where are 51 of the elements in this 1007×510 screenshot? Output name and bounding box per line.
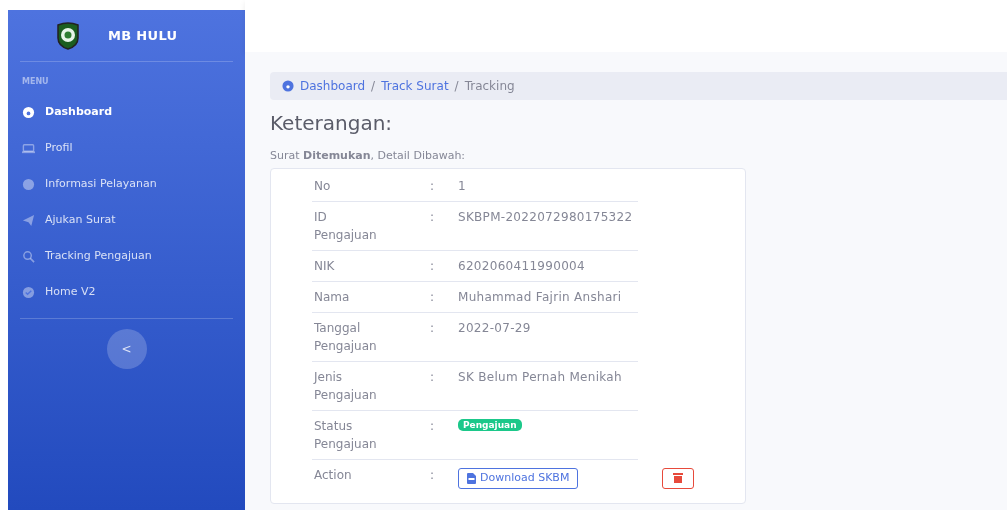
sidebar-item[interactable]: Informasi Pelayanan	[20, 166, 233, 202]
dashboard-icon	[282, 80, 294, 92]
breadcrumb-separator: /	[454, 78, 459, 95]
info-icon	[22, 177, 35, 191]
colon: :	[430, 257, 436, 275]
breadcrumb-separator: /	[371, 78, 376, 95]
dashboard-icon	[22, 105, 35, 119]
field-label: No	[313, 177, 332, 195]
colon: :	[430, 368, 436, 386]
status-badge: Pengajuan	[458, 418, 522, 431]
field-label: Action	[313, 466, 353, 484]
field-value: 2022-07-29	[458, 319, 531, 337]
pdf-file-icon	[467, 472, 476, 484]
field-value: 1	[458, 177, 466, 195]
field-label: NIK	[313, 257, 336, 275]
page-title: Keterangan:	[270, 110, 394, 137]
field-label: Status Pengajuan	[313, 417, 378, 453]
field-label: Jenis Pengajuan	[312, 368, 378, 404]
paper-plane-icon	[22, 213, 35, 227]
field-label: Nama	[313, 288, 351, 306]
sidebar-item[interactable]: Ajukan Surat	[20, 202, 233, 238]
colon: :	[430, 177, 436, 195]
colon: :	[430, 319, 436, 337]
check-circle-icon	[22, 285, 35, 299]
field-value: Muhammad Fajrin Anshari	[458, 288, 622, 306]
colon: :	[430, 208, 436, 226]
colon: :	[430, 288, 436, 306]
sidebar-item[interactable]: Profil	[20, 130, 233, 166]
colon: :	[430, 417, 436, 435]
collapse-button[interactable]: <	[106, 329, 147, 369]
download-button[interactable]: Download SKBM	[458, 467, 579, 489]
field-value: SKBPM-2022072980175322	[458, 208, 633, 226]
trash-icon	[673, 473, 683, 483]
sidebar-item[interactable]: Tracking Pengajuan	[20, 238, 233, 274]
field-value: SK Belum Pernah Menikah	[458, 368, 622, 386]
delete-button[interactable]	[662, 467, 694, 489]
emblem-icon	[56, 21, 80, 50]
breadcrumb-link[interactable]: Track Surat	[381, 77, 449, 95]
menu-heading: MENU	[21, 76, 50, 88]
search-icon	[22, 249, 35, 263]
field-label: Tanggal Pengajuan	[313, 319, 378, 355]
colon: :	[430, 466, 436, 484]
breadcrumb-current: Tracking	[464, 78, 515, 95]
breadcrumb-link[interactable]: Dashboard	[300, 77, 366, 95]
sidebar-item[interactable]: Dashboard	[20, 94, 233, 130]
status-message: Surat Ditemukan, Detail Dibawah:	[270, 148, 467, 164]
brand-name: MB HULU	[108, 26, 178, 45]
field-value: 6202060411990004	[458, 257, 585, 275]
sidebar-item[interactable]: Home V2	[20, 274, 233, 310]
laptop-icon	[22, 141, 35, 155]
field-label: ID Pengajuan	[313, 208, 378, 244]
